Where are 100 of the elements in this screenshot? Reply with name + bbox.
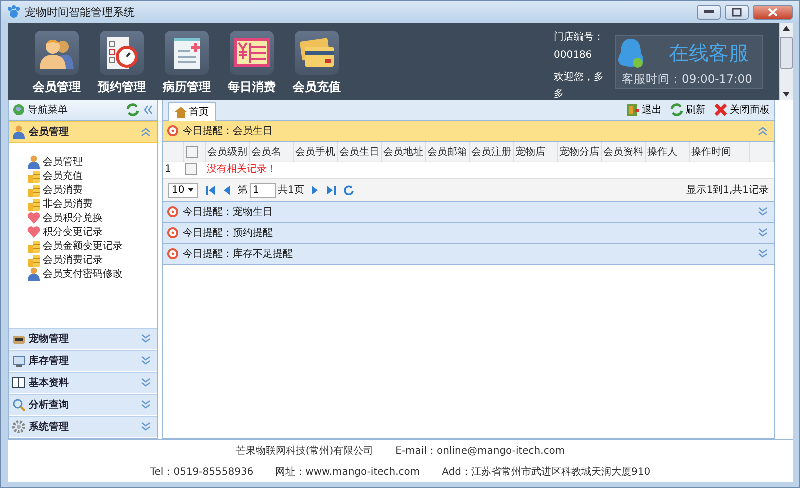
previous-page-icon[interactable] — [223, 186, 230, 194]
minimize-icon — [704, 10, 714, 14]
column-header[interactable]: 会员注册 — [469, 142, 513, 162]
coins-icon — [27, 169, 41, 183]
column-header[interactable]: 会员级别 — [205, 142, 249, 162]
coins-icon — [27, 239, 41, 253]
collapse-icon[interactable] — [141, 127, 151, 137]
expand-icon[interactable] — [758, 207, 768, 217]
column-header[interactable]: 宠物店 — [513, 142, 557, 162]
toolbar-action[interactable]: 关闭面板 — [714, 103, 770, 117]
maximize-button[interactable] — [725, 4, 749, 20]
company-name: 芒果物联网科技(常州)有限公司 — [236, 444, 374, 458]
alarm-icon — [167, 227, 179, 239]
reload-icon[interactable] — [344, 185, 354, 195]
menu-item[interactable]: 积分变更记录 — [27, 225, 157, 239]
menu-item[interactable]: 会员消费记录 — [27, 253, 157, 267]
page-number-input[interactable]: 1 — [250, 182, 276, 198]
last-page-icon[interactable] — [327, 186, 336, 194]
online-service-banner[interactable]: 在线客服 客服时间：09:00-17:00 — [615, 35, 763, 89]
column-header[interactable]: 会员生日 — [337, 142, 381, 162]
first-page-icon[interactable] — [206, 186, 215, 194]
sidebar-group[interactable]: 系统管理 — [9, 416, 157, 438]
refresh-icon — [670, 103, 684, 117]
coins-icon — [27, 183, 41, 197]
minimize-button[interactable] — [697, 4, 721, 20]
toolbar-action[interactable]: 退出 — [626, 103, 662, 117]
column-header[interactable]: 操作时间 — [689, 142, 749, 162]
alarm-icon — [167, 206, 179, 218]
panel-header[interactable]: 今日提醒：宠物生日 — [163, 202, 774, 223]
maximize-icon — [732, 8, 742, 16]
menu-item[interactable]: 会员积分兑换 — [27, 211, 157, 225]
person-icon — [12, 125, 26, 139]
dropdown-caret-icon — [188, 188, 194, 192]
menu-item[interactable]: 会员消费 — [27, 183, 157, 197]
menu-item[interactable]: 会员管理 — [27, 155, 157, 169]
expand-icon[interactable] — [141, 400, 151, 410]
page-label: 第 — [238, 184, 248, 197]
sidebar-group[interactable]: 会员管理 — [9, 121, 157, 143]
menu-item[interactable]: 会员支付密码修改 — [27, 267, 157, 281]
address-text: Add：江苏省常州市武进区科教城天润大厦910 — [442, 466, 651, 478]
coins-icon — [27, 197, 41, 211]
expand-icon[interactable] — [758, 228, 768, 238]
sidebar-title: 导航菜单 — [28, 104, 69, 117]
expand-icon[interactable] — [141, 334, 151, 344]
welcome-text: 欢迎您，多多 — [554, 70, 605, 102]
column-header[interactable]: 会员名 — [249, 142, 293, 162]
page-size-select[interactable]: 10 — [168, 182, 198, 198]
service-hours: 客服时间：09:00-17:00 — [621, 72, 754, 88]
person-icon — [27, 155, 41, 169]
close-button[interactable] — [753, 4, 793, 20]
column-header[interactable]: 会员邮箱 — [425, 142, 469, 162]
scroll-up-icon — [783, 26, 790, 31]
phone-text: Tel：0519-85558936 — [150, 466, 254, 478]
expand-icon[interactable] — [758, 249, 768, 259]
close-icon — [768, 8, 778, 16]
total-pages: 共1页 — [278, 184, 304, 197]
expand-icon[interactable] — [141, 356, 151, 366]
menu-item[interactable]: 会员金额变更记录 — [27, 239, 157, 253]
row-number: 1 — [163, 162, 183, 176]
refresh-icon — [126, 103, 140, 117]
column-header[interactable]: 会员手机 — [293, 142, 337, 162]
sidebar-group[interactable]: 库存管理 — [9, 350, 157, 372]
column-header[interactable]: 宠物分店 — [557, 142, 601, 162]
panel-header[interactable]: 今日提醒：会员生日 — [163, 121, 774, 142]
checkbox[interactable] — [185, 163, 197, 175]
sidebar-group[interactable]: 基本资料 — [9, 372, 157, 394]
close-icon — [714, 103, 728, 117]
exit-icon — [626, 103, 640, 117]
menu-item[interactable]: 非会员消费 — [27, 197, 157, 211]
scrollbar[interactable] — [779, 23, 793, 100]
checkbox[interactable] — [186, 146, 198, 158]
panel-header[interactable]: 今日提醒：预约提醒 — [163, 223, 774, 244]
toolbar-action[interactable]: 刷新 — [670, 103, 706, 117]
panel-header[interactable]: 今日提醒：库存不足提醒 — [163, 244, 774, 265]
monitor-icon — [12, 354, 26, 368]
alarm-icon — [167, 125, 179, 137]
person-icon — [27, 267, 41, 281]
collapse-icon[interactable] — [758, 126, 768, 136]
heart-icon — [27, 211, 41, 225]
expand-icon[interactable] — [141, 378, 151, 388]
expand-icon[interactable] — [141, 422, 151, 432]
home-icon — [175, 106, 187, 118]
tab[interactable]: 首页 — [168, 102, 216, 121]
column-header[interactable]: 会员地址 — [381, 142, 425, 162]
service-title: 在线客服 — [668, 40, 750, 68]
scroll-down-icon — [783, 92, 790, 97]
column-header[interactable]: 会员资料 — [601, 142, 645, 162]
website-text: 网址：www.mango-itech.com — [276, 466, 420, 478]
collapse-sidebar-icon[interactable] — [143, 105, 153, 115]
menu-item[interactable]: 会员充值 — [27, 169, 157, 183]
globe-icon — [13, 104, 25, 116]
next-page-icon[interactable] — [312, 186, 320, 194]
record-summary: 显示1到1,共1记录 — [686, 184, 769, 197]
window-title: 宠物时间智能管理系统 — [25, 4, 136, 20]
penguin-icon — [616, 36, 646, 71]
sidebar-group[interactable]: 宠物管理 — [9, 328, 157, 350]
store-number: 门店编号：000186 — [554, 30, 605, 63]
column-header[interactable]: 操作人 — [645, 142, 689, 162]
sidebar-group[interactable]: 分析查询 — [9, 394, 157, 416]
checklist-clock-icon — [104, 35, 140, 71]
